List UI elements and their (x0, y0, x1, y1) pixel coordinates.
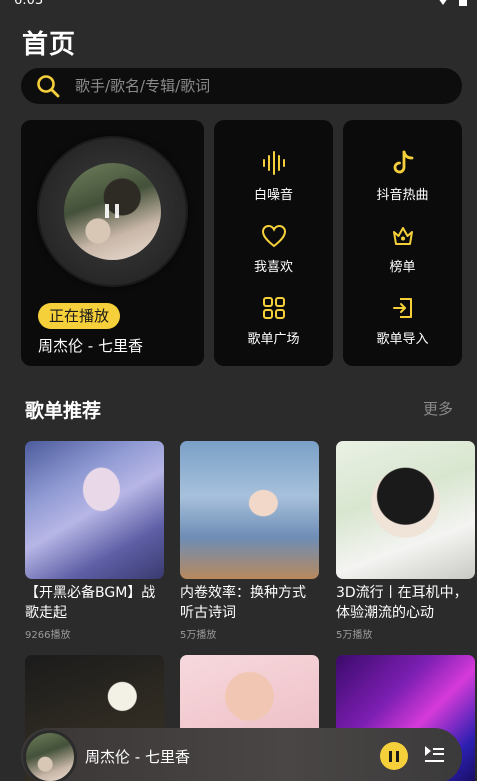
pause-button[interactable] (380, 742, 408, 770)
tiktok-icon (393, 150, 413, 174)
playlist-cover (25, 441, 164, 579)
search-icon (37, 75, 60, 98)
now-playing-badge: 正在播放 (38, 303, 121, 329)
status-time: 6:03 (14, 0, 44, 8)
status-bar: 6:03 (0, 0, 477, 14)
vinyl-disc (37, 136, 188, 287)
playlist-cover (336, 441, 475, 579)
page-title: 首页 (22, 30, 77, 60)
quick-link-label: 抖音热曲 (376, 188, 429, 203)
playlist-cover (180, 441, 319, 579)
playlist-play-count: 5万播放 (180, 630, 217, 641)
search-input[interactable] (75, 77, 435, 95)
crown-icon (392, 227, 413, 245)
quick-link-label: 白噪音 (253, 188, 293, 203)
playlist-play-count: 9266播放 (25, 630, 71, 641)
pause-icon[interactable] (105, 204, 119, 218)
playlist-card[interactable]: 3D流行丨在耳机中，体验潮流的心动 5万播放 (336, 441, 475, 641)
playlist-card[interactable]: 【开黑必备BGM】战歌走起 9266播放 (25, 441, 164, 641)
status-icons (437, 0, 467, 6)
mini-player-cover[interactable] (23, 730, 77, 781)
heart-icon (261, 224, 286, 248)
quick-link-label: 我喜欢 (253, 260, 293, 275)
quick-link-label: 歌单广场 (247, 332, 300, 347)
quick-link-playlist-square[interactable]: 歌单广场 (214, 296, 333, 347)
playlist-card[interactable]: 内卷效率：换种方式听古诗词 5万播放 (180, 441, 319, 641)
quick-link-import-playlist[interactable]: 歌单导入 (343, 296, 462, 347)
playlist-title: 内卷效率：换种方式听古诗词 (180, 585, 306, 621)
battery-icon (459, 0, 467, 6)
section-title: 歌单推荐 (25, 400, 102, 422)
now-playing-song: 周杰伦 - 七里香 (38, 337, 143, 355)
more-link[interactable]: 更多 (423, 398, 453, 419)
quick-link-favorites[interactable]: 我喜欢 (214, 224, 333, 275)
quick-link-douyin-hits[interactable]: 抖音热曲 (343, 150, 462, 203)
playlist-title: 3D流行丨在耳机中，体验潮流的心动 (336, 585, 468, 621)
mini-player-song: 周杰伦 - 七里香 (85, 748, 190, 766)
quick-link-label: 歌单导入 (376, 332, 429, 347)
waveform-icon (262, 151, 285, 175)
quick-link-charts[interactable]: 榜单 (343, 224, 462, 275)
grid-icon (262, 297, 285, 319)
playlist-title: 【开黑必备BGM】战歌走起 (25, 585, 156, 621)
quick-link-white-noise[interactable]: 白噪音 (214, 150, 333, 203)
search-bar[interactable] (21, 68, 462, 104)
quick-links-card-a: 白噪音 我喜欢 歌单广场 (214, 120, 333, 366)
mini-player[interactable]: 周杰伦 - 七里香 (21, 728, 462, 781)
quick-links-card-b: 抖音热曲 榜单 歌单导入 (343, 120, 462, 366)
import-icon (392, 298, 412, 318)
now-playing-card[interactable]: 正在播放 周杰伦 - 七里香 (21, 120, 204, 366)
playlist-queue-icon[interactable] (422, 742, 446, 766)
playlist-play-count: 5万播放 (336, 630, 373, 641)
wifi-icon (439, 0, 447, 5)
quick-link-label: 榜单 (389, 260, 416, 275)
